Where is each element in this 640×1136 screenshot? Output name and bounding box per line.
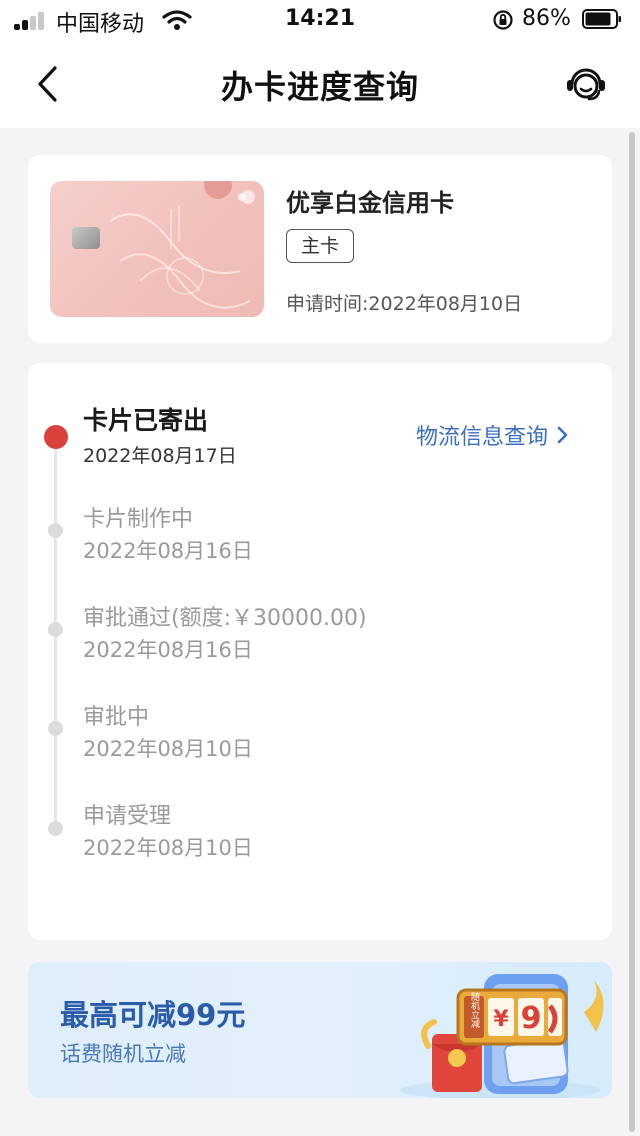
- step-date: 2022年08月17日: [83, 445, 237, 467]
- promo-illustration: 随机立减 ¥ 9: [400, 974, 604, 1098]
- promo-art-label: 随机立减: [469, 991, 480, 1029]
- step-date: 2022年08月10日: [83, 836, 253, 860]
- timeline-dot: [48, 622, 63, 637]
- step-title: 审批通过(额度:￥30000.00): [83, 606, 367, 631]
- progress-timeline: 卡片已寄出 2022年08月17日 物流信息查询 卡片制作中 2022年08月1…: [28, 363, 612, 940]
- promo-banner[interactable]: 最高可减99元 话费随机立减 随机立减 ¥ 9: [28, 962, 612, 1098]
- battery-icon: [582, 9, 621, 29]
- step-title: 审批中: [83, 705, 150, 730]
- status-bar: 中国移动 14:21 86%: [0, 0, 640, 40]
- slot-symbol: ¥: [493, 1007, 509, 1032]
- timeline-dot-current: [44, 425, 68, 449]
- promo-title: 最高可减99元: [60, 998, 246, 1032]
- step-title: 卡片已寄出: [83, 406, 209, 435]
- rotation-lock-icon: [493, 10, 513, 30]
- slot-digit: 9: [521, 1001, 542, 1036]
- customer-service-icon: [567, 68, 605, 101]
- card-info-panel: 优享白金信用卡 主卡 申请时间:2022年08月10日: [28, 155, 612, 343]
- timeline-dot: [48, 721, 63, 736]
- credit-card-image: [50, 181, 264, 317]
- logistics-query-link[interactable]: 物流信息查询: [416, 419, 568, 451]
- step-date: 2022年08月16日: [83, 638, 253, 662]
- card-name: 优享白金信用卡: [286, 189, 454, 217]
- step-date: 2022年08月10日: [83, 737, 253, 761]
- step-title: 申请受理: [83, 804, 172, 829]
- step-title: 卡片制作中: [83, 507, 194, 532]
- scrollbar[interactable]: [629, 132, 635, 1132]
- page-title: 办卡进度查询: [220, 68, 419, 106]
- promo-subtitle: 话费随机立减: [60, 1042, 186, 1066]
- chevron-right-icon: [557, 426, 568, 444]
- nav-bar: 办卡进度查询: [0, 40, 640, 128]
- timeline-dot: [48, 523, 63, 538]
- customer-service-button[interactable]: [562, 62, 610, 106]
- logistics-link-label: 物流信息查询: [416, 425, 549, 450]
- card-chip-icon: [72, 227, 100, 249]
- battery-percent: 86%: [522, 6, 571, 31]
- timeline-dot: [48, 821, 63, 836]
- step-date: 2022年08月16日: [83, 539, 253, 563]
- apply-time: 申请时间:2022年08月10日: [286, 293, 523, 315]
- card-type-badge: 主卡: [286, 229, 355, 263]
